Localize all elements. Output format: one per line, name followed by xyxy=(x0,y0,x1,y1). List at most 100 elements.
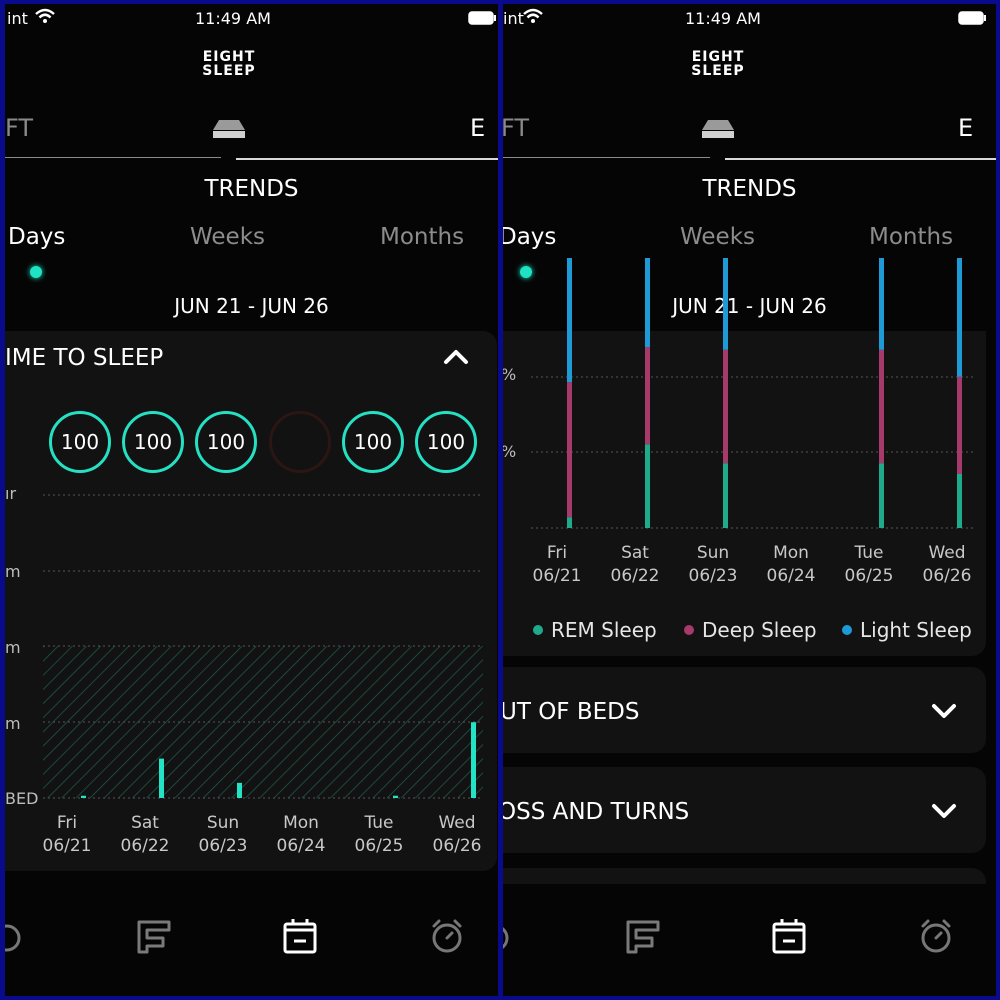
bar xyxy=(81,795,86,798)
score-ring: 100 xyxy=(342,411,404,473)
tab-days[interactable]: Days xyxy=(8,224,65,250)
battery-icon xyxy=(468,10,498,29)
chevron-up-icon[interactable] xyxy=(443,349,469,369)
active-tab-indicator xyxy=(30,266,42,278)
stage-segment xyxy=(879,463,884,528)
x-axis-label: Sat 06/22 xyxy=(610,543,660,586)
x-axis-label: Fri 06/21 xyxy=(532,543,582,586)
time-to-sleep-card: IME TO SLEEP 100 100 100 100 100 ır m m … xyxy=(5,331,497,871)
battery-icon xyxy=(958,10,988,29)
stage-segment xyxy=(957,258,962,377)
card-title: OSS AND TURNS xyxy=(503,799,690,825)
sleep-stages-card: % % Fri06/21 Sat06/22 Sun06/23 Mon06/24 … xyxy=(503,258,986,656)
alarm-icon[interactable] xyxy=(918,918,954,958)
x-axis-label: Sat 06/22 xyxy=(120,813,170,856)
stage-segment xyxy=(645,444,650,528)
divider-left xyxy=(5,157,221,158)
eight-sleep-logo: EIGHT SLEEP xyxy=(202,49,256,79)
time-to-sleep-chart xyxy=(43,494,483,799)
bottom-nav xyxy=(5,884,498,996)
x-axis-label: Sun 06/23 xyxy=(688,543,738,586)
stage-segment xyxy=(957,376,962,474)
date-range: JUN 21 - JUN 26 xyxy=(174,294,329,318)
score-ring: 100 xyxy=(195,411,257,473)
bed-icon[interactable] xyxy=(700,116,736,144)
page-title: TRENDS xyxy=(204,176,299,202)
legend-light: Light Sleep xyxy=(842,618,972,642)
sleep-stats-icon[interactable] xyxy=(626,920,662,958)
calendar-icon[interactable] xyxy=(772,918,806,958)
wifi-icon xyxy=(35,8,55,28)
active-tab-indicator xyxy=(520,266,532,278)
side-tab-right[interactable]: E xyxy=(958,114,973,142)
date-range: JUN 21 - JUN 26 xyxy=(672,294,827,318)
status-time: 11:49 AM xyxy=(685,9,761,28)
bed-icon[interactable] xyxy=(211,116,247,144)
y-axis-label: m xyxy=(5,638,21,657)
carrier-label: int xyxy=(7,9,28,28)
wifi-icon xyxy=(523,8,543,28)
y-axis-label: BED xyxy=(5,789,39,808)
side-tab-left[interactable]: FT xyxy=(5,114,33,142)
side-tab-right[interactable]: E xyxy=(470,114,485,142)
stage-segment xyxy=(879,258,884,350)
stage-segment xyxy=(723,258,728,350)
tab-weeks[interactable]: Weeks xyxy=(680,224,755,250)
score-ring-empty xyxy=(269,411,331,473)
bottom-nav xyxy=(503,884,996,996)
score-ring: 100 xyxy=(49,411,111,473)
legend-dot xyxy=(684,625,694,635)
toss-and-turns-card[interactable]: OSS AND TURNS xyxy=(503,767,986,853)
dial-icon[interactable] xyxy=(503,922,515,958)
tab-months[interactable]: Months xyxy=(380,224,464,250)
dial-icon[interactable] xyxy=(5,922,27,958)
score-ring: 100 xyxy=(122,411,184,473)
eight-sleep-logo: EIGHT SLEEP xyxy=(691,49,745,79)
stage-segment xyxy=(879,349,884,464)
right-screen: int 11:49 AM EIGHT SLEEP FT E TRENDS Day… xyxy=(503,4,996,996)
side-tab-left[interactable]: FT xyxy=(503,114,529,142)
stage-segment xyxy=(567,382,572,518)
x-axis-label: Sun 06/23 xyxy=(198,813,248,856)
x-axis-label: Tue 06/25 xyxy=(844,543,894,586)
x-axis-label: Mon 06/24 xyxy=(276,813,326,856)
stage-segment xyxy=(645,347,650,445)
card-title: UT OF BEDS xyxy=(503,699,640,725)
legend-rem: REM Sleep xyxy=(533,618,657,642)
legend-deep: Deep Sleep xyxy=(684,618,817,642)
left-screen: int 11:49 AM EIGHT SLEEP FT E TRENDS Day… xyxy=(5,4,498,996)
stage-segment xyxy=(723,463,728,528)
divider-left xyxy=(503,157,710,158)
out-of-beds-card[interactable]: UT OF BEDS xyxy=(503,667,986,753)
y-axis-label: % xyxy=(503,442,516,461)
sleep-stages-chart xyxy=(531,258,973,529)
sleep-stats-icon[interactable] xyxy=(137,920,173,958)
divider-right-active xyxy=(236,158,498,160)
bar xyxy=(237,782,242,798)
stage-segment xyxy=(957,474,962,528)
bar xyxy=(159,758,164,798)
chevron-down-icon[interactable] xyxy=(931,703,957,723)
stage-segment xyxy=(645,258,650,348)
y-axis-label: m xyxy=(5,714,21,733)
x-axis-label: Tue 06/25 xyxy=(354,813,404,856)
tab-weeks[interactable]: Weeks xyxy=(190,224,265,250)
tab-days[interactable]: Days xyxy=(503,224,556,250)
score-ring: 100 xyxy=(415,411,477,473)
stage-segment xyxy=(567,258,572,383)
calendar-icon[interactable] xyxy=(283,918,317,958)
x-axis-label: Wed 06/26 xyxy=(922,543,972,586)
bar xyxy=(393,795,398,798)
legend-dot xyxy=(842,625,852,635)
y-axis-label: ır xyxy=(5,484,17,503)
tab-months[interactable]: Months xyxy=(869,224,953,250)
divider-right-active xyxy=(725,158,996,160)
chevron-down-icon[interactable] xyxy=(931,803,957,823)
alarm-icon[interactable] xyxy=(429,918,465,958)
carrier-label: int xyxy=(503,9,524,28)
bar xyxy=(471,722,476,798)
stage-segment xyxy=(723,349,728,464)
status-time: 11:49 AM xyxy=(195,9,271,28)
page-title: TRENDS xyxy=(702,176,797,202)
y-axis-label: % xyxy=(503,365,516,384)
